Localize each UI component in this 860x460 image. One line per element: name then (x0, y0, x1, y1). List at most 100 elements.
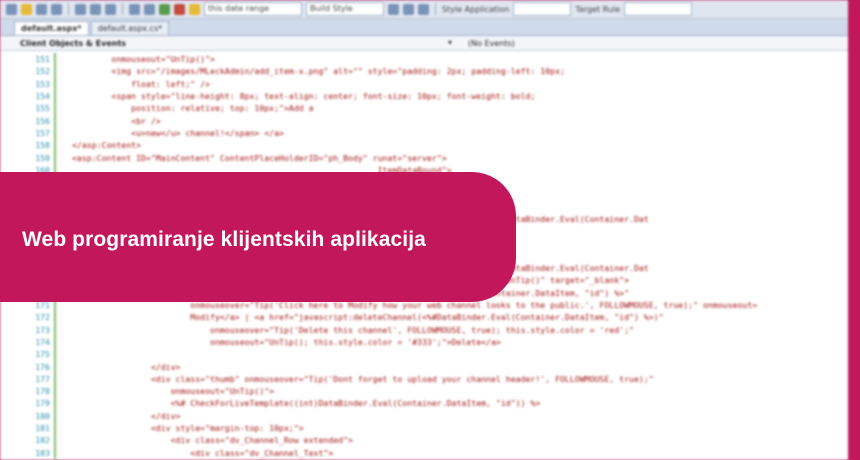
open-folder-icon[interactable] (21, 3, 32, 15)
line-number: 157 (35, 127, 50, 138)
line-number: 181 (35, 423, 50, 434)
change-gutter (54, 446, 68, 459)
line-number: 152 (35, 66, 50, 77)
code-text: position: relative; top: 10px;">Add a (72, 103, 314, 114)
change-gutter (54, 360, 68, 373)
save-icon[interactable] (36, 3, 47, 15)
line-number: 173 (35, 324, 50, 335)
bold-icon[interactable] (388, 3, 399, 15)
underline-icon[interactable] (418, 3, 429, 15)
copy-icon[interactable] (90, 3, 101, 15)
change-gutter (54, 323, 68, 336)
change-gutter (54, 139, 68, 152)
code-text: <div style="margin-top: 10px;"> (72, 423, 304, 434)
run-icon[interactable] (159, 3, 170, 15)
cut-icon[interactable] (75, 3, 86, 15)
code-text: onmouseover="Tip('Delete this channel', … (72, 324, 634, 335)
line-number: 158 (35, 140, 50, 151)
code-line: 155 position: relative; top: 10px;">Add … (0, 102, 848, 115)
toolbar-separator (122, 3, 123, 15)
code-text: <div class="dv_Channel_Text"> (72, 447, 334, 458)
code-text: <span style="line-height: 8px; text-alig… (72, 91, 536, 102)
code-line: 173 onmouseover="Tip('Delete this channe… (0, 323, 848, 336)
code-text: float: left;" /> (72, 78, 211, 89)
code-text: <u>new</u> channel!</span> </a> (72, 127, 284, 138)
change-gutter (54, 348, 68, 361)
code-line: 156 <br /> (0, 114, 848, 127)
tab-default-aspx[interactable]: default.aspx* (14, 21, 89, 35)
target-rule-combo[interactable] (624, 2, 693, 16)
new-file-icon[interactable] (6, 3, 17, 15)
code-line: 183 <div class="dv_Channel_Text"> (0, 446, 848, 459)
line-number: 174 (35, 336, 50, 347)
change-gutter (54, 126, 68, 140)
change-gutter (54, 372, 68, 386)
target-rule-label: Target Rule (575, 4, 621, 14)
line-number: 178 (35, 386, 50, 397)
code-line: 182 <div class="dv_Channel_Row extended"… (0, 434, 848, 447)
toolbar-separator (435, 3, 436, 15)
code-line: 157 <u>new</u> channel!</span> </a> (0, 126, 848, 140)
change-gutter (54, 311, 68, 324)
change-gutter (54, 102, 68, 115)
document-tabs: default.aspx* default.aspx.cs* (0, 19, 848, 36)
code-line: 179 <%# CheckForLiveTemplate((int)DataBi… (0, 397, 848, 410)
style-application-combo[interactable] (513, 2, 572, 16)
code-text: <div class="dv_Channel_Row extended"> (72, 435, 353, 446)
line-number: 151 (35, 54, 50, 65)
line-number: 154 (35, 91, 50, 102)
line-number: 172 (35, 312, 50, 323)
line-number: 182 (35, 435, 50, 446)
code-line: 153 float: left;" /> (0, 77, 848, 90)
code-text: <img src="/images/MLeckAdmin/add_item-x.… (72, 66, 565, 77)
stop-icon[interactable] (174, 3, 185, 15)
change-gutter (54, 77, 68, 90)
line-number: 183 (35, 447, 50, 458)
code-line: 181 <div style="margin-top: 10px;"> (0, 421, 848, 435)
date-range-combo[interactable]: this date range (204, 2, 302, 16)
code-line: 178 onmouseout="UnTip()"> (0, 385, 848, 398)
code-line: 172 Modify</a> | <a href="javascript:del… (0, 311, 848, 324)
code-line: 176 </div> (0, 360, 848, 373)
change-gutter (54, 114, 68, 127)
code-line: 154 <span style="line-height: 8px; text-… (0, 89, 848, 103)
line-number: 176 (35, 361, 50, 372)
find-icon[interactable] (189, 3, 200, 15)
code-line: 159 <asp:Content ID="MainContent" Content… (0, 151, 848, 164)
change-gutter (54, 409, 68, 422)
code-text: <div class="thumb" onmouseover="Tip('Don… (72, 373, 654, 384)
line-number: 156 (35, 115, 50, 126)
redo-icon[interactable] (144, 3, 155, 15)
style-application-label: Style Application (442, 4, 510, 14)
code-text: <%# CheckForLiveTemplate((int)DataBinder… (72, 398, 541, 409)
save-all-icon[interactable] (51, 3, 62, 15)
line-number: 175 (35, 349, 50, 360)
change-gutter (54, 385, 68, 398)
events-dropdown[interactable]: (No Events) (460, 39, 515, 48)
change-gutter (54, 53, 68, 66)
line-number: 153 (35, 78, 50, 89)
undo-icon[interactable] (129, 3, 140, 15)
line-number: 177 (35, 373, 50, 384)
code-line: 158 </asp:Content> (0, 139, 848, 152)
code-text: </asp:Content> (72, 140, 142, 151)
paste-icon[interactable] (105, 3, 116, 15)
banner-title: Web programiranje klijentskih aplikacija (22, 228, 426, 251)
tab-default-aspx-cs[interactable]: default.aspx.cs* (90, 21, 170, 35)
build-style-combo[interactable]: Build Style (306, 2, 384, 16)
code-line: 175 (0, 348, 848, 361)
client-objects-dropdown[interactable]: Client Objects & Events (0, 38, 460, 48)
code-text: Modify</a> | <a href="javascript:deleteC… (72, 312, 664, 323)
title-banner: Web programiranje klijentskih aplikacija (0, 172, 516, 302)
code-text: onmouseout="UnTip()"> (72, 54, 215, 65)
line-number: 155 (35, 103, 50, 114)
change-gutter (54, 65, 68, 78)
code-text: onmouseout="UnTip()"> (72, 386, 275, 397)
italic-icon[interactable] (403, 3, 414, 15)
line-number: 180 (35, 410, 50, 421)
line-number: 159 (35, 152, 50, 163)
code-text: onmouseout="UnTip(); this.style.color = … (72, 336, 501, 347)
code-line: 152 <img src="/images/MLeckAdmin/add_ite… (0, 65, 848, 78)
code-line: 151 onmouseout="UnTip()"> (0, 53, 848, 66)
code-text: <asp:Content ID="MainContent" ContentPla… (72, 152, 447, 163)
